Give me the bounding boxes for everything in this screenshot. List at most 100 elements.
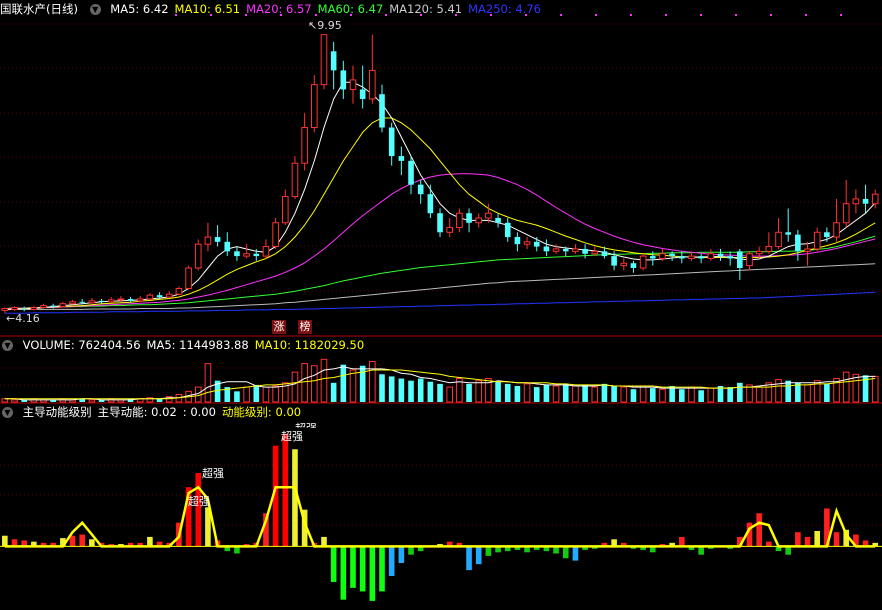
candle-body [582,248,588,254]
indicator-value: MA120: 5.41 [389,2,463,16]
momentum-bar [147,536,153,547]
momentum-level-line [4,485,876,548]
candle-body [388,127,395,157]
candle-body [446,227,454,233]
volume-bar [475,380,483,403]
volume-bar [727,387,733,402]
volume-bar [552,385,560,403]
momentum-bar [350,546,356,588]
momentum-bar [756,513,762,547]
indicator-value: MA20: 6.57 [246,2,312,16]
volume-bar [795,382,801,402]
candle-body [156,295,163,298]
volume-bar [437,383,443,402]
volume-bar [427,381,434,402]
ma60-line [4,235,876,309]
candle-body [572,248,579,252]
candle-body [669,253,675,257]
candle-body [785,232,791,235]
volume-bar [755,386,763,403]
candle-body [543,246,550,252]
limit-up-badge[interactable]: 涨 [272,320,286,334]
momentum-bar [485,546,492,556]
candle-body [127,298,134,301]
candle-body [620,262,628,267]
indicator-value: MA10: 6.51 [174,2,241,16]
candle-body [175,287,183,295]
candle-body [369,69,376,100]
candle-body [50,305,56,307]
collapse-icon[interactable]: ▼ [2,407,13,418]
candle-body [21,308,27,310]
volume-bar [679,389,685,402]
volume-bar [204,363,212,403]
marker-dot [770,14,772,16]
candle-body [136,298,144,302]
collapse-icon[interactable]: ▼ [2,340,13,351]
volume-bar [301,363,308,403]
ma5-line [4,81,876,310]
momentum-bar [766,541,772,547]
volume-bar [291,371,299,403]
candle-body [379,94,385,128]
collapse-icon[interactable]: ▼ [89,4,101,15]
candle-body [88,300,96,304]
volume-bar [379,374,385,402]
volume-bar [659,388,666,403]
volume-bar [572,385,579,403]
momentum-bar [398,546,405,563]
volume-bar [417,378,424,402]
volume-bar [620,386,628,403]
volume-bar [514,386,521,402]
candle-body [117,298,125,301]
high-price-label: ↖9.95 [308,19,342,32]
indicator-value: 主导动能级别 [22,405,92,419]
candle-body [1,307,9,311]
strong-label: 超强 [202,467,224,480]
strong-label: 超强 [281,430,303,443]
momentum-bar [195,472,202,547]
candle-body [349,79,357,90]
candle-body [69,301,76,305]
marker-dot [665,14,667,16]
candle-body [679,256,685,259]
candle-body [146,294,154,300]
candle-body [59,303,67,308]
candle-body [185,267,192,289]
momentum-bar [89,539,95,547]
candle-body [765,246,773,252]
candle-body [107,299,115,303]
candle-body [79,301,86,303]
candle-body [30,307,38,310]
volume-bar [639,385,647,403]
marker-dot [595,14,597,16]
volume-header: ▼ VOLUME: 762404.56 MA5: 1144983.88 MA10: … [0,337,376,354]
candle-body [833,222,840,238]
candle-body [253,253,260,257]
volume-bar [737,382,743,402]
ma-indicator-list: MA5: 6.42 MA10: 6.51 MA20: 6.57 MA60: 6.47 M… [110,2,547,16]
candle-body [330,51,337,71]
candle-body [630,263,637,268]
candle-body [40,305,47,309]
volume-bar [369,360,376,403]
main-chart-header: 国联水产(日线) ▼ MA5: 6.42 MA10: 6.51 MA20: 6.57… [0,1,553,18]
stock-chart-window: 国联水产(日线) ▼ MA5: 6.42 MA10: 6.51 MA20: 6.57… [0,0,882,610]
momentum-bar [2,535,8,547]
volume-bar [582,384,588,402]
ranking-badge[interactable]: 榜 [298,320,312,334]
candle-body [214,237,221,242]
volume-bar [765,382,773,403]
candle-body [533,241,540,247]
candle-body [427,194,434,214]
indicator-value: 动能级别: 0.00 [221,405,302,419]
candle-body [398,156,405,161]
strong-label: 超强 [295,420,317,428]
candle-body [852,198,860,205]
momentum-bar [562,546,569,559]
candle-body [456,212,463,229]
momentum-bar [321,536,327,547]
volume-bar [562,383,569,402]
indicator-value: MA5: 1144983.88 [146,338,249,352]
candle-body [281,196,289,224]
